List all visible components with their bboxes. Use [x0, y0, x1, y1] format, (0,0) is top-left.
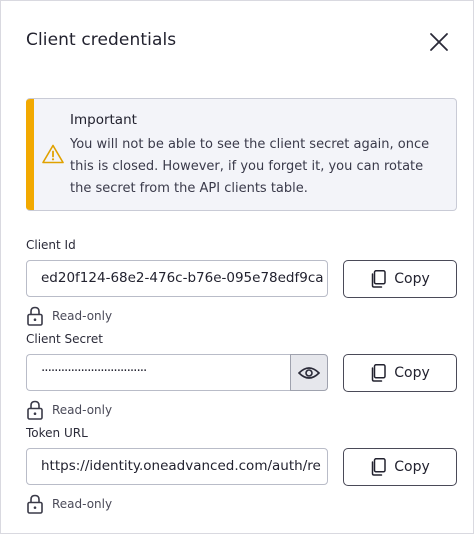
alert-accent-bar [26, 99, 34, 210]
client-id-label: Client Id [26, 238, 76, 252]
copy-button-label: Copy [394, 271, 430, 287]
readonly-label: Read-only [52, 403, 113, 417]
copy-icon [371, 270, 386, 288]
lock-icon [27, 400, 43, 420]
close-icon [430, 33, 448, 51]
token-url-label: Token URL [26, 426, 88, 440]
close-button[interactable] [425, 28, 453, 56]
copy-button-label: Copy [394, 459, 430, 475]
token-url-value: https://identity.oneadvanced.com/auth/re [41, 458, 321, 474]
alert-message: You will not be able to see the client s… [70, 137, 430, 196]
client-credentials-dialog: Client credentials Important You will no… [0, 0, 474, 534]
token-url-readonly: Read-only [26, 494, 112, 514]
dialog-title: Client credentials [26, 30, 177, 50]
copy-button-label: Copy [394, 365, 430, 381]
client-secret-field[interactable]: ································ [26, 354, 292, 391]
important-alert: Important You will not be able to see th… [26, 98, 457, 211]
client-secret-label: Client Secret [26, 332, 103, 346]
client-secret-readonly: Read-only [26, 400, 112, 420]
readonly-label: Read-only [52, 309, 113, 323]
client-id-readonly: Read-only [26, 306, 112, 326]
lock-icon [27, 306, 43, 326]
client-id-value: ed20f124-68e2-476c-b76e-095e78edf9ca [41, 270, 324, 286]
reveal-secret-button[interactable] [290, 354, 328, 391]
client-secret-value: ································ [41, 363, 147, 379]
readonly-label: Read-only [52, 497, 113, 511]
copy-client-secret-button[interactable]: Copy [343, 354, 457, 392]
copy-icon [371, 364, 386, 382]
copy-client-id-button[interactable]: Copy [343, 260, 457, 298]
warning-icon [42, 144, 64, 164]
copy-icon [371, 458, 386, 476]
lock-icon [27, 494, 43, 514]
alert-title: Important [70, 112, 137, 128]
token-url-field[interactable]: https://identity.oneadvanced.com/auth/re [26, 448, 328, 485]
eye-icon [298, 366, 320, 379]
client-id-field[interactable]: ed20f124-68e2-476c-b76e-095e78edf9ca [26, 260, 328, 297]
copy-token-url-button[interactable]: Copy [343, 448, 457, 486]
